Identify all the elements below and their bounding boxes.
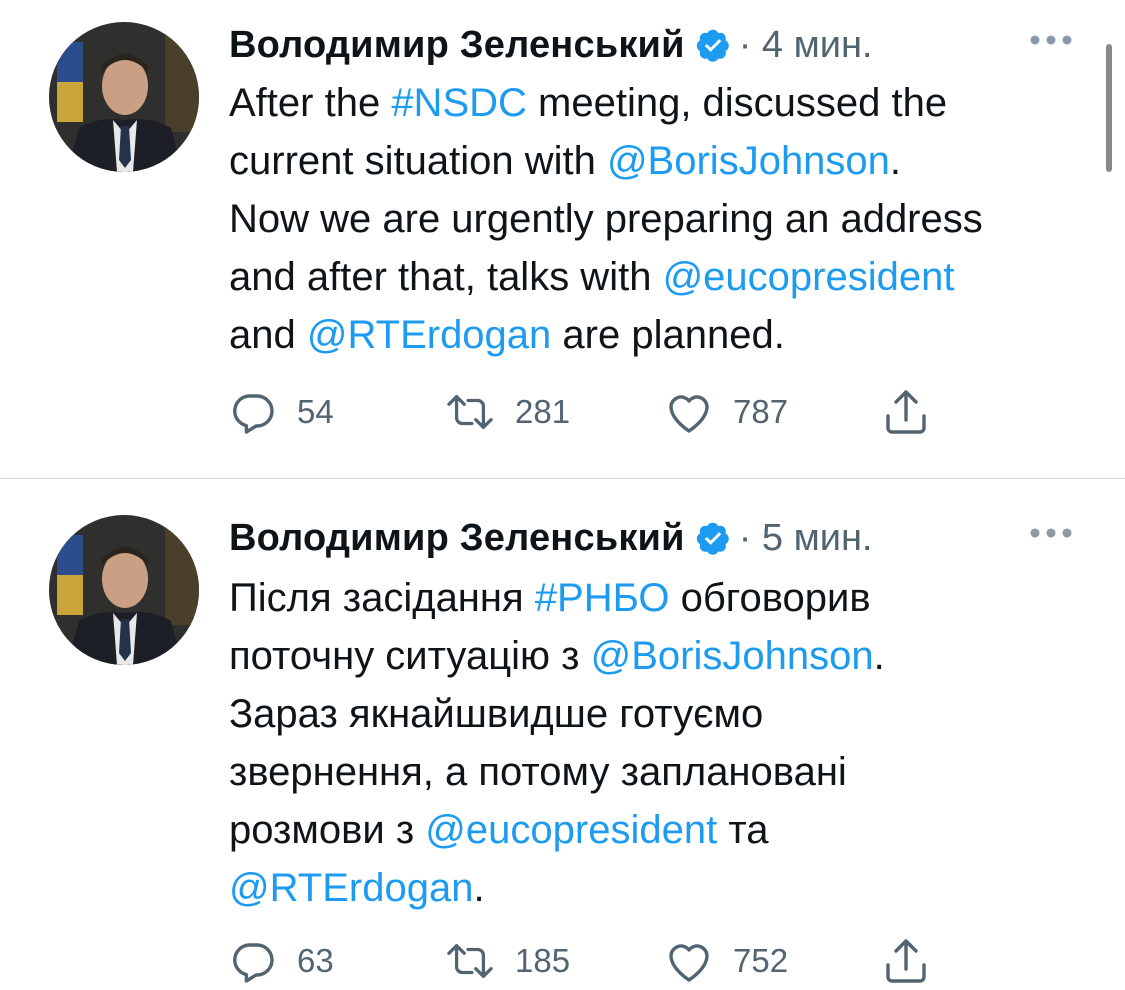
mention-link[interactable]: @RTErdogan [229,866,473,910]
tweet-time[interactable]: · 4 мин. [739,24,873,67]
reply-icon [233,394,274,434]
mention-link[interactable]: @BorisJohnson [591,634,874,678]
mention-link[interactable]: @eucopresident [663,255,955,299]
share-button[interactable] [884,387,928,437]
text-segment: meeting, discussed the [526,81,948,125]
text-segment: Зараз якнайшвидше готуємо [229,692,764,736]
tweet-line: розмови з @eucopresident та [229,801,1109,859]
retweet-icon [447,944,493,978]
verified-badge-icon [695,520,731,556]
like-count: 752 [733,942,789,979]
tweet-line: Now we are urgently preparing an address [229,190,1109,248]
more-dots-icon[interactable] [1028,33,1074,47]
tweet-actions: 54 281 787 [229,387,949,437]
mention-link[interactable]: @RTErdogan [307,313,551,357]
text-segment: After the [229,81,392,125]
reply-button[interactable]: 63 [229,936,334,986]
heart-icon [669,944,709,982]
tweet-time[interactable]: · 5 мин. [739,517,873,560]
text-segment: . [473,866,485,910]
text-segment: звернення, а потому заплановані [229,750,847,794]
hashtag-link[interactable]: #РНБО [535,576,670,620]
mention-link[interactable]: @eucopresident [425,808,717,852]
text-segment: . [873,634,885,678]
author-name[interactable]: Володимир Зеленський [229,24,685,67]
text-segment: обговорив [669,576,871,620]
avatar[interactable] [49,22,199,172]
text-segment: and [229,313,307,357]
retweet-button[interactable]: 281 [445,387,570,437]
tweet-line: Після засідання #РНБО обговорив [229,569,1109,627]
tweet-line: and after that, talks with @eucopresiden… [229,248,1109,306]
retweet-count: 185 [515,942,571,979]
text-segment: . [889,139,902,183]
share-icon [886,390,926,434]
text-segment: and after that, talks with [229,255,663,299]
hashtag-link[interactable]: #NSDC [391,81,527,125]
heart-icon [669,395,709,433]
tweet-line: After the #NSDC meeting, discussed the [229,74,1109,132]
tweet-line: поточну ситуацію з @BorisJohnson. [229,627,1109,685]
text-segment: are planned. [551,313,785,357]
tweet-header: Володимир Зеленський · 4 мин. [229,22,873,68]
mention-link[interactable]: @BorisJohnson [607,139,890,183]
like-button[interactable]: 752 [665,936,788,986]
scrollbar[interactable] [1106,44,1112,172]
text-segment: Now we are urgently preparing an address [229,197,983,241]
retweet-icon [447,395,493,429]
tweet-line: звернення, а потому заплановані [229,743,1109,801]
tweet-text: After the #NSDC meeting, discussed the c… [229,74,1109,364]
like-count: 787 [733,393,789,430]
tweet-line: Зараз якнайшвидше готуємо [229,685,1109,743]
more-dots-icon[interactable] [1028,526,1074,540]
avatar[interactable] [49,515,199,665]
tweet-line: @RTErdogan. [229,859,1109,917]
tweet-actions: 63 185 752 [229,936,949,986]
reply-count: 63 [297,942,334,979]
tweet-line: current situation with @BorisJohnson. [229,132,1109,190]
tweet[interactable]: Володимир Зеленський · 4 мин. After the … [0,0,1125,478]
tweet-header: Володимир Зеленський · 5 мин. [229,515,873,561]
tweet-line: and @RTErdogan are planned. [229,306,1109,364]
retweet-button[interactable]: 185 [445,936,570,986]
tweet[interactable]: Володимир Зеленський · 5 мин. Після засі… [0,479,1125,990]
text-segment: поточну ситуацію з [229,634,591,678]
reply-count: 54 [297,393,334,430]
text-segment: Після засідання [229,576,535,620]
author-name[interactable]: Володимир Зеленський [229,517,685,560]
text-segment: current situation with [229,139,607,183]
like-button[interactable]: 787 [665,387,788,437]
text-segment: розмови з [229,808,426,852]
share-button[interactable] [884,936,928,986]
tweet-text: Після засідання #РНБО обговорив поточну … [229,569,1109,917]
verified-badge-icon [695,27,731,63]
reply-icon [233,943,274,983]
text-segment: та [717,808,769,852]
reply-button[interactable]: 54 [229,387,334,437]
share-icon [886,939,926,983]
retweet-count: 281 [515,393,571,430]
